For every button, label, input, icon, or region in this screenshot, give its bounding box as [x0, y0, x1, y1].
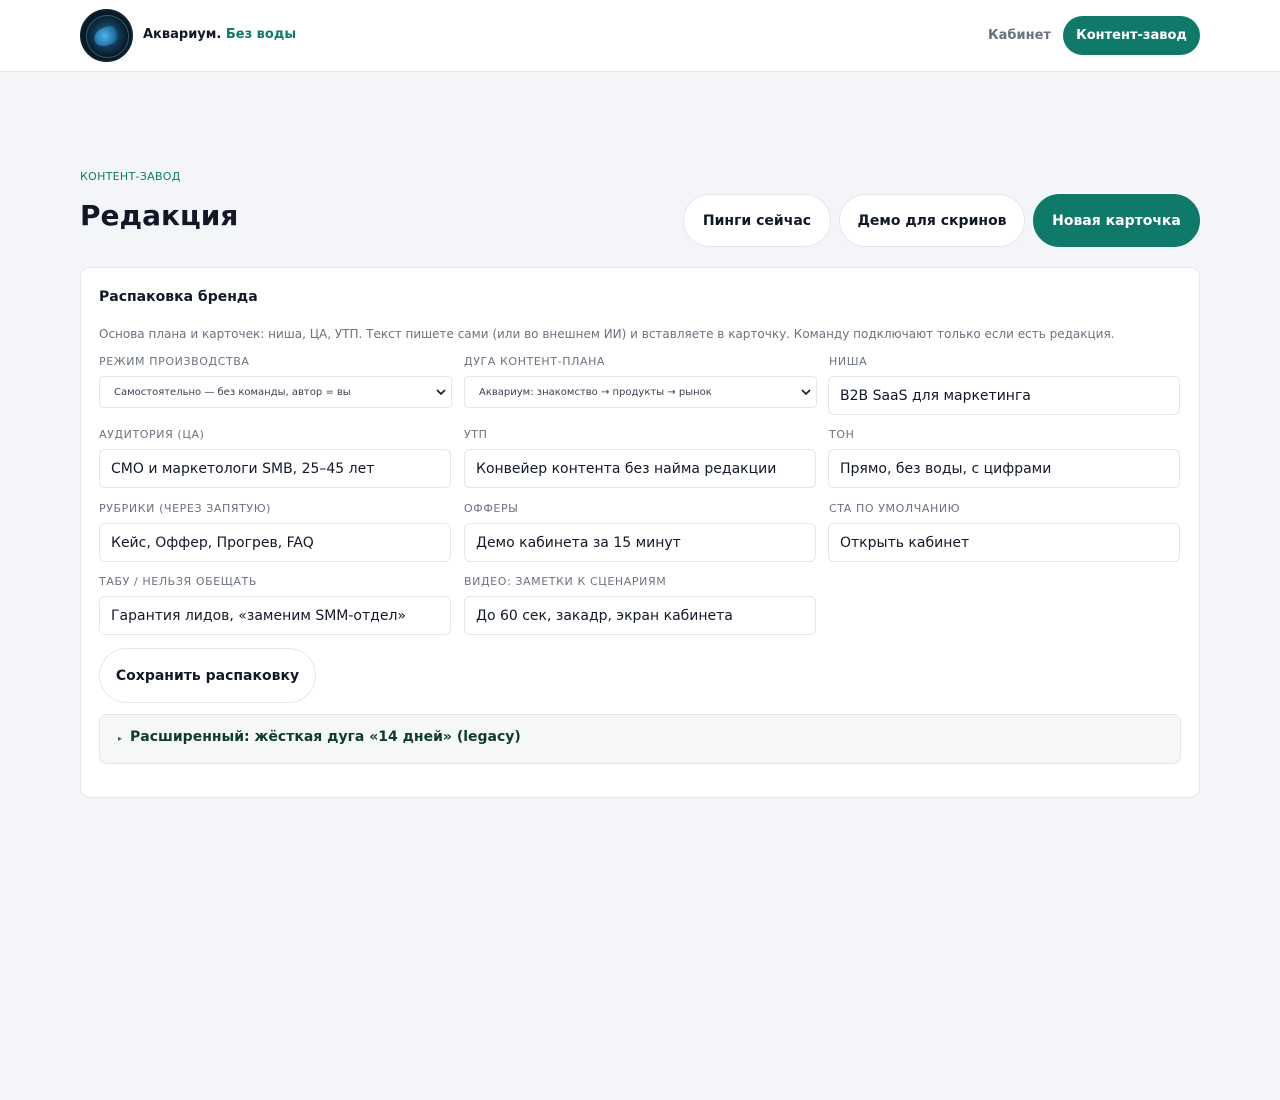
arc-select[interactable]: Аквариум: знакомство → продукты → рынок — [464, 376, 817, 408]
taboo-label: ТАБУ / НЕЛЬЗЯ ОБЕЩАТЬ — [99, 575, 258, 588]
mode-select-value: Самостоятельно — без команды, автор = вы — [114, 386, 351, 398]
audience-input[interactable]: CMO и маркетологи SMB, 25–45 лет — [99, 449, 451, 488]
chevron-down-icon — [436, 389, 446, 396]
brand-accent: Без воды — [225, 27, 297, 42]
arc-label: ДУГА КОНТЕНТ-ПЛАНА — [464, 355, 606, 368]
page-eyebrow: КОНТЕНТ-ЗАВОД — [80, 170, 181, 183]
advanced-arc-details[interactable]: ▸ Расширенный: жёсткая дуга «14 дней» (l… — [99, 714, 1181, 764]
rubrics-label: РУБРИКИ (ЧЕРЕЗ ЗАПЯТУЮ) — [99, 502, 272, 515]
usp-input[interactable]: Конвейер контента без найма редакции — [464, 449, 816, 488]
card-title: Распаковка бренда — [99, 289, 258, 305]
video-notes-label: ВИДЕО: ЗАМЕТКИ К СЦЕНАРИЯМ — [464, 575, 667, 588]
rubrics-input[interactable]: Кейс, Оффер, Прогрев, FAQ — [99, 523, 451, 562]
cta-label: CTA ПО УМОЛЧАНИЮ — [829, 502, 961, 515]
niche-label: НИША — [829, 355, 868, 368]
pings-button[interactable]: Пинги сейчас — [683, 194, 831, 247]
new-card-button[interactable]: Новая карточка — [1033, 194, 1200, 247]
advanced-arc-summary: Расширенный: жёсткая дуга «14 дней» (leg… — [130, 729, 521, 745]
cta-input[interactable]: Открыть кабинет — [828, 523, 1180, 562]
brand-unpacking-card: Распаковка бренда Основа плана и карточе… — [80, 267, 1200, 798]
mode-select[interactable]: Самостоятельно — без команды, автор = вы — [99, 376, 452, 408]
mode-label: РЕЖИМ ПРОИЗВОДСТВА — [99, 355, 250, 368]
offers-label: ОФФЕРЫ — [464, 502, 519, 515]
tone-input[interactable]: Прямо, без воды, с цифрами — [828, 449, 1180, 488]
video-notes-input[interactable]: До 60 сек, закадр, экран кабинета — [464, 596, 816, 635]
audience-label: АУДИТОРИЯ (ЦА) — [99, 428, 205, 441]
logo-icon[interactable] — [80, 9, 133, 62]
usp-label: УТП — [464, 428, 488, 441]
brand-title[interactable]: Аквариум. Без воды — [143, 27, 296, 42]
chevron-down-icon — [801, 389, 811, 396]
nav-link-cabinet[interactable]: Кабинет — [988, 28, 1051, 43]
save-unpacking-button[interactable]: Сохранить распаковку — [99, 648, 316, 703]
nav-button-content-factory[interactable]: Контент-завод — [1063, 16, 1200, 55]
offers-input[interactable]: Демо кабинета за 15 минут — [464, 523, 816, 562]
card-description: Основа плана и карточек: ниша, ЦА, УТП. … — [99, 327, 1115, 341]
brand-name: Аквариум. — [143, 27, 222, 42]
arc-select-value: Аквариум: знакомство → продукты → рынок — [479, 386, 712, 398]
top-bar: Аквариум. Без воды Кабинет Контент-завод — [0, 0, 1280, 72]
demo-button[interactable]: Демо для скринов — [839, 194, 1025, 247]
niche-input[interactable]: B2B SaaS для маркетинга — [828, 376, 1180, 415]
taboo-input[interactable]: Гарантия лидов, «заменим SMM-отдел» — [99, 596, 451, 635]
page-title: Редакция — [80, 199, 239, 232]
tone-label: ТОН — [829, 428, 855, 441]
disclosure-triangle-icon: ▸ — [118, 734, 123, 743]
